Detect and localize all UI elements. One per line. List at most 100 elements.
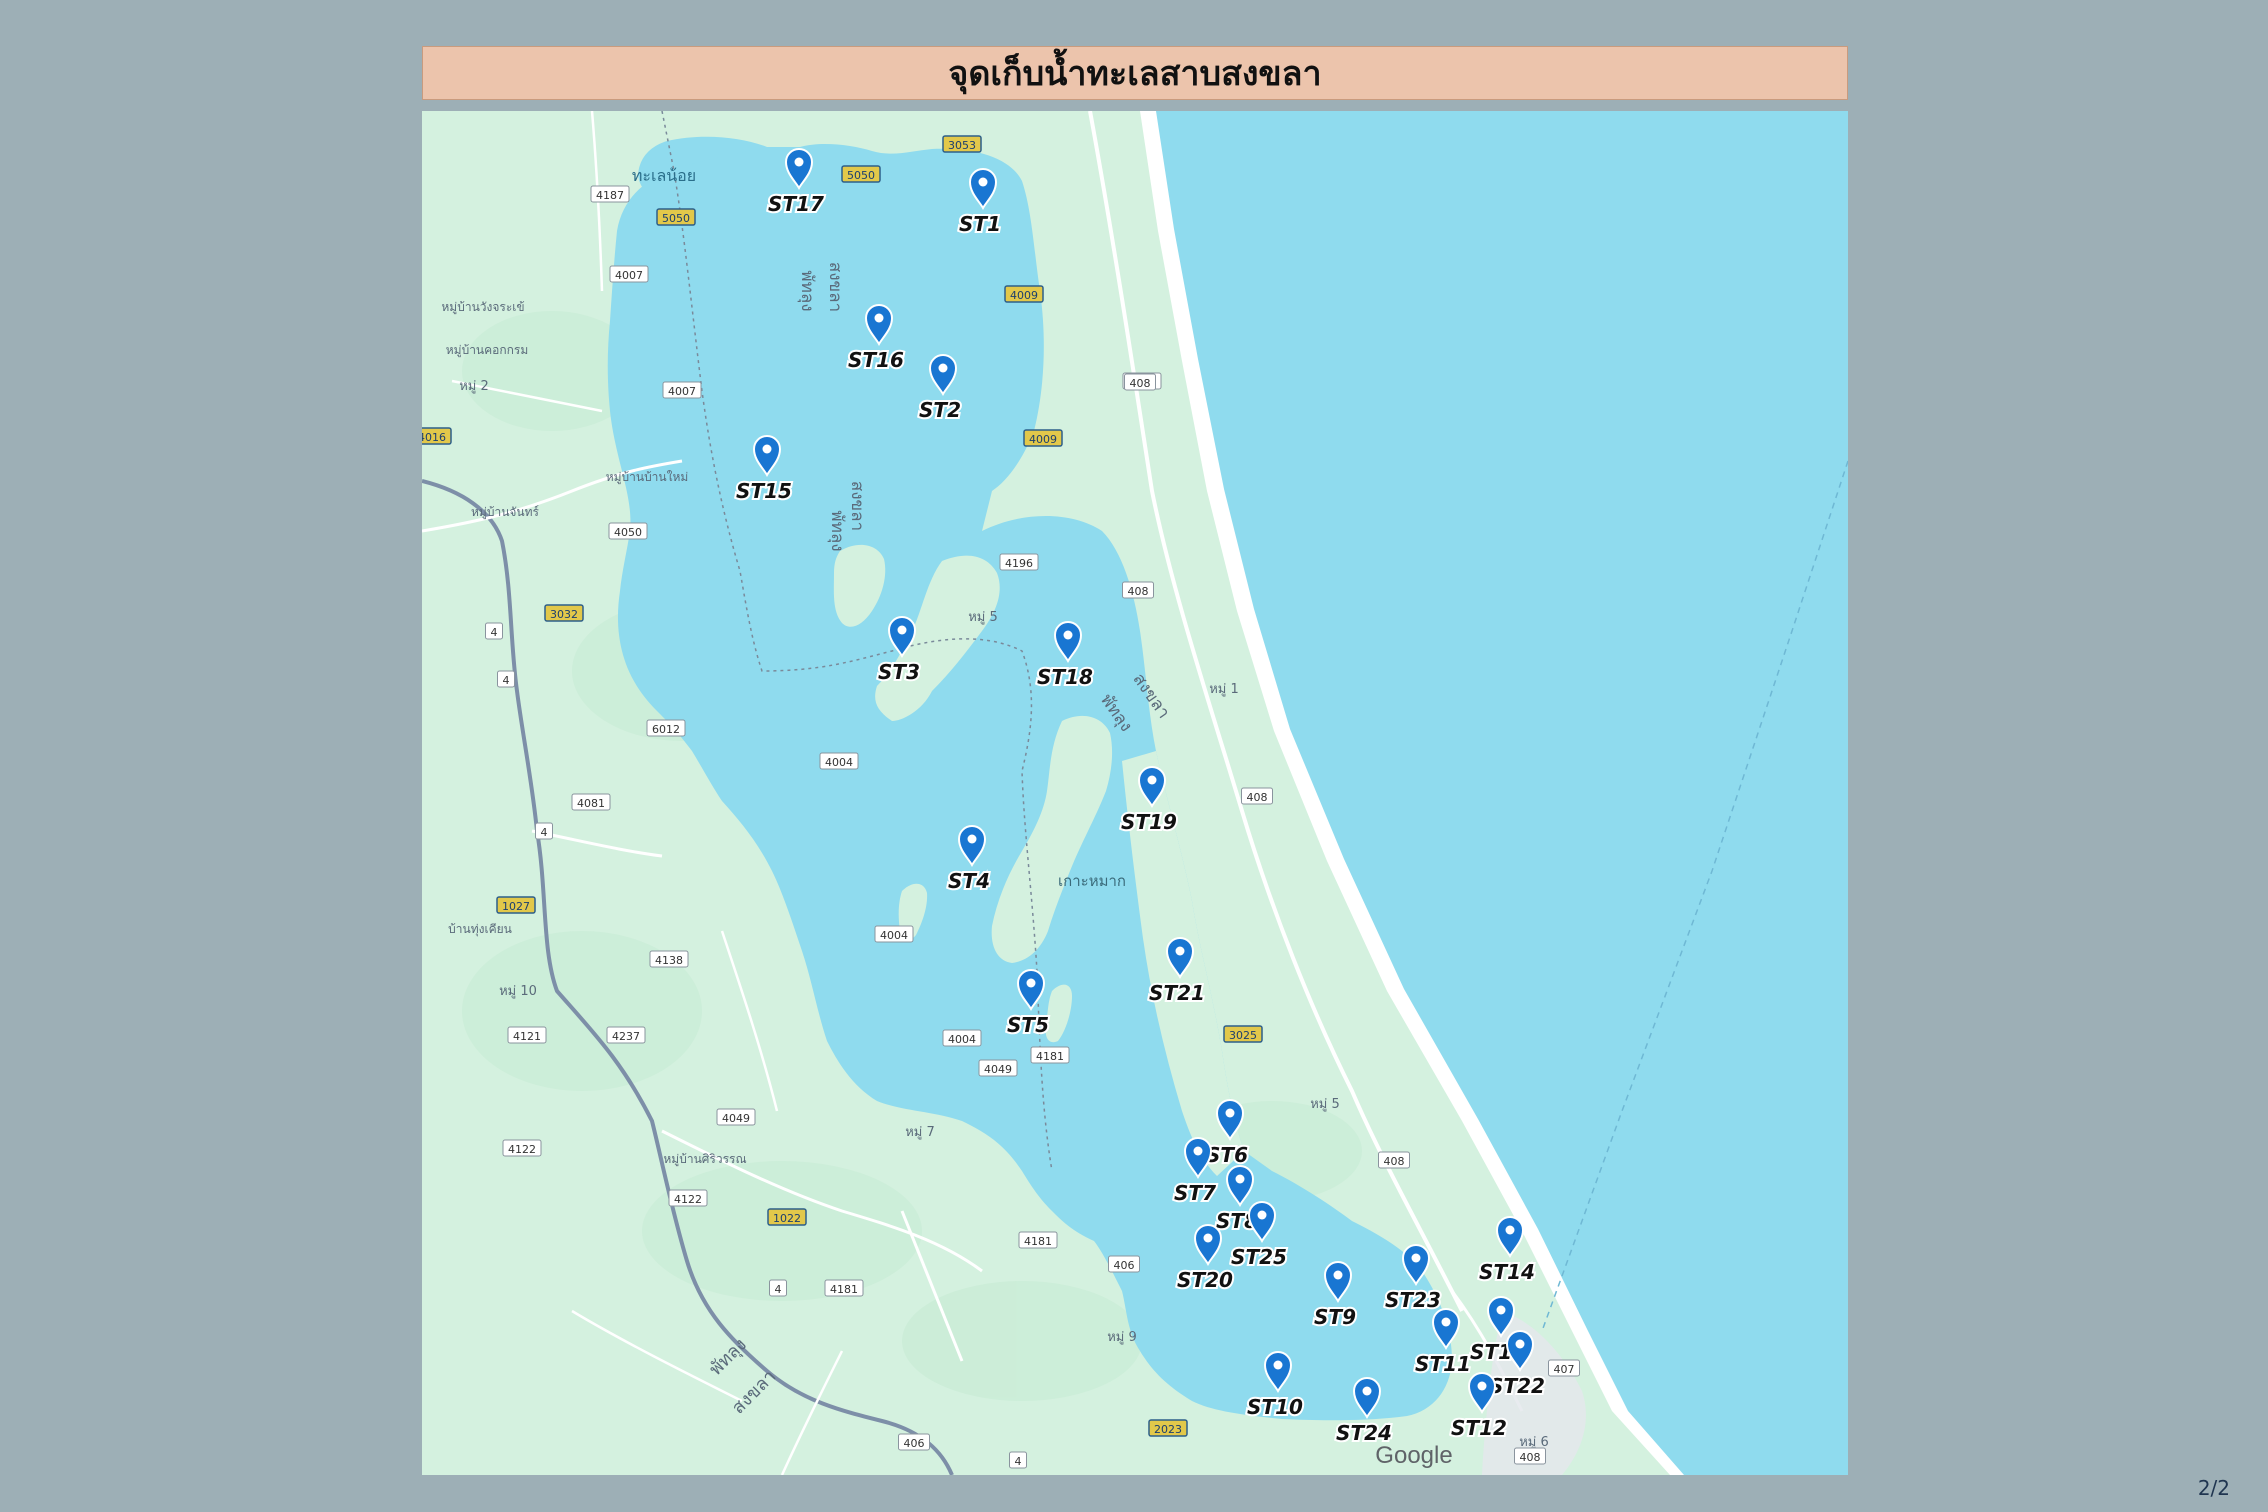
google-attribution: Google [1375,1442,1452,1469]
place-label: พัทลุง [797,270,817,311]
place-label: บ้านทุ่งเคียน [448,922,512,937]
road-shield-4196: 4196 [999,553,1039,571]
map-pin-dot [1026,978,1036,988]
map-pin-dot [1147,775,1157,785]
station-label: ST1 [959,212,1001,236]
place-label: สงขลา [847,481,867,531]
map-frame[interactable]: ทะเลน้อย พัทลุง สงขลา สงขลา พัทลุง สงขลา พัทลุ… [422,111,1848,1475]
road-shield-4187: 4187 [590,185,630,203]
road-shield-label: 4 [775,1283,782,1296]
road-shield-3025: 3025 [1223,1025,1263,1043]
place-label: หมู่ 1 [1209,682,1239,697]
place-label: หมู่ 7 [905,1125,935,1140]
page-number: 2/2 [2197,1476,2230,1500]
road-shield-label: 4138 [655,954,683,967]
station-label: ST12 [1451,1416,1507,1440]
place-label: หมู่บ้านบ้านใหม่ [606,470,689,485]
road-shield-4004: 4004 [942,1029,982,1047]
place-label: หมู่ 10 [499,984,537,999]
road-shield-4181: 4181 [1030,1046,1070,1064]
map-pin-dot [1225,1108,1235,1118]
station-label: ST23 [1385,1288,1441,1312]
road-shield-1022: 1022 [767,1208,807,1226]
road-shield-label: 4 [491,626,498,639]
station-label: ST19 [1121,810,1177,834]
road-shield-4004: 4004 [819,752,859,770]
map-pin-dot [1273,1360,1283,1370]
map-pin-dot [967,834,977,844]
map-canvas[interactable]: ทะเลน้อยพัทลุง สงขลาสงขลาพัทลุงสงขลาพัทลุ… [422,111,1848,1475]
road-shield-4: 4 [1009,1451,1027,1469]
road-shield-label: 4187 [596,189,624,202]
map-pin-dot [794,157,804,167]
map-pin-dot [1063,630,1073,640]
road-shield-4004: 4004 [874,925,914,943]
station-label: ST2 [919,398,961,422]
road-shield-label: 4004 [880,929,908,942]
place-label: เกาะหมาก [1058,872,1126,890]
station-label: ST7 [1174,1181,1216,1205]
map-pin-dot [897,625,907,635]
road-shield-label: 4004 [825,756,853,769]
road-shield-4122: 4122 [502,1139,542,1157]
station-label: ST10 [1247,1395,1303,1419]
road-shield-6012: 6012 [646,719,686,737]
station-label: ST9 [1314,1305,1356,1329]
map-pin-dot [1441,1317,1451,1327]
road-shield-4121: 4121 [507,1026,547,1044]
road-shield-4: 4 [485,622,503,640]
road-shield-408: 408 [1124,373,1156,391]
road-shield-3032: 3032 [544,604,584,622]
road-shield-label: 4122 [508,1143,536,1156]
road-shield-label: 4049 [984,1063,1012,1076]
road-shield-406: 406 [898,1433,930,1451]
map-pin-dot [1257,1210,1267,1220]
station-label: ST18 [1037,665,1093,689]
road-shield-4009: 4009 [1023,429,1063,447]
road-shield-4049: 4049 [716,1108,756,1126]
map-pin-dot [1411,1253,1421,1263]
place-label: หมู่ 5 [1310,1097,1340,1112]
road-shield-4237: 4237 [606,1026,646,1044]
road-shield-label: 4016 [422,431,446,444]
station-label: ST6 [1206,1143,1248,1167]
road-shield-label: 408 [1520,1451,1541,1464]
road-shield-label: 6012 [652,723,680,736]
place-label: หมู่บ้านศิริวรรณ [663,1152,746,1167]
road-shield-label: 4122 [674,1193,702,1206]
road-shield-1027: 1027 [496,896,536,914]
road-shield-4007: 4007 [609,265,649,283]
map-pin-dot [1235,1174,1245,1184]
station-label: ST3 [878,660,920,684]
road-shield-label: 4007 [668,385,696,398]
map-pin-dot [1203,1233,1213,1243]
road-shield-label: 4009 [1010,289,1038,302]
road-shield-407: 407 [1548,1359,1580,1377]
station-label: ST25 [1231,1245,1287,1269]
road-shield-label: 4181 [830,1283,858,1296]
station-label: ST15 [736,479,792,503]
road-shield-4007: 4007 [662,381,702,399]
road-shield-5050: 5050 [841,165,881,183]
road-shield-label: 3025 [1229,1029,1257,1042]
road-shield-4081: 4081 [571,793,611,811]
road-shield-4181: 4181 [824,1279,864,1297]
map-pin-dot [1477,1381,1487,1391]
road-shield-label: 1027 [502,900,530,913]
road-shield-label: 408 [1128,585,1149,598]
road-shield-label: 4196 [1005,557,1033,570]
road-shield-label: 407 [1554,1363,1575,1376]
place-label: หมู่ 5 [968,610,998,625]
road-shield-3053: 3053 [942,135,982,153]
place-label: หมู่บ้านจันทร์ [471,505,540,520]
station-label: ST21 [1149,981,1205,1005]
road-shield-4181: 4181 [1018,1231,1058,1249]
road-shield-4050: 4050 [608,522,648,540]
road-shield-4009: 4009 [1004,285,1044,303]
road-shield-label: 1022 [773,1212,801,1225]
station-label: ST14 [1479,1260,1535,1284]
road-shield-4049: 4049 [978,1059,1018,1077]
map-pin-dot [938,363,948,373]
map-pin-dot [762,444,772,454]
road-shield-406: 406 [1108,1255,1140,1273]
